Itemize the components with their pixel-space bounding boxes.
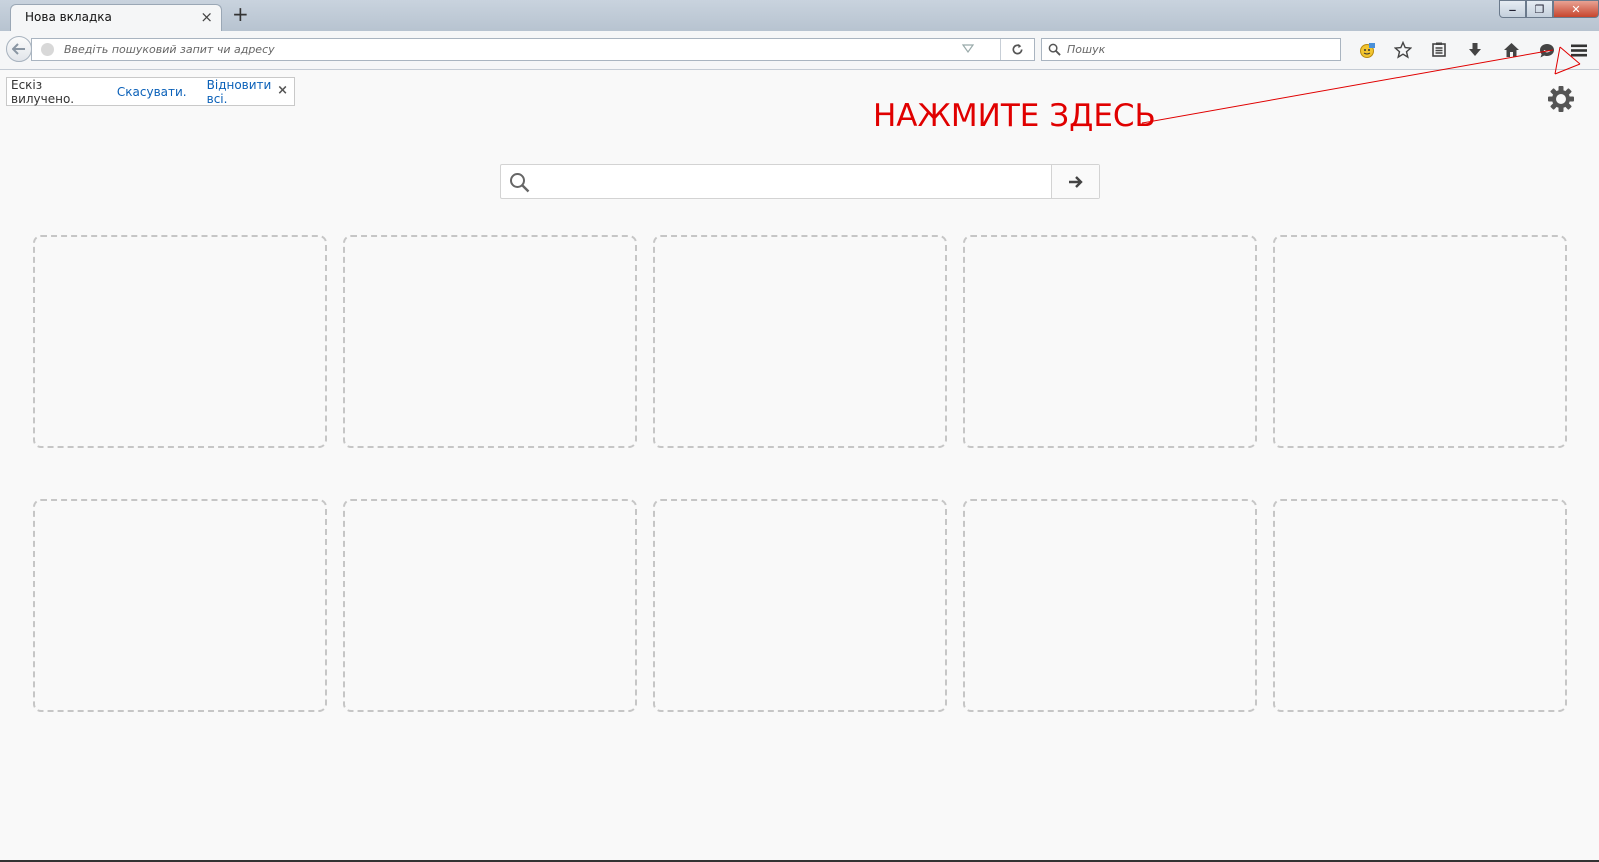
title-bar: Нова вкладка × + – ❐ ✕ [0, 0, 1599, 31]
open-menu-button[interactable] [1565, 39, 1593, 61]
empty-thumbnail-tile[interactable] [653, 235, 947, 448]
tile-removed-notice: Ескіз вилучено. Скасувати. Відновити всі… [6, 77, 295, 106]
home-button[interactable] [1493, 38, 1529, 62]
newtab-search-box[interactable] [500, 164, 1100, 199]
minimize-button[interactable]: – [1499, 0, 1526, 19]
url-bar[interactable] [31, 38, 1035, 61]
maximize-button[interactable]: ❐ [1526, 0, 1553, 18]
home-icon [1503, 43, 1519, 57]
window-controls: – ❐ ✕ [1499, 0, 1599, 19]
search-icon [1048, 43, 1061, 56]
close-icon: ✕ [1571, 2, 1581, 16]
empty-thumbnail-tile[interactable] [1273, 499, 1567, 712]
bookmarks-menu-button[interactable] [1421, 38, 1457, 62]
maximize-icon: ❐ [1534, 2, 1545, 16]
arrow-right-icon [1068, 175, 1083, 188]
search-bar[interactable] [1041, 38, 1341, 61]
empty-thumbnail-tile[interactable] [653, 499, 947, 712]
minimize-icon: – [1508, 0, 1517, 19]
bookmarks-list-icon [1432, 42, 1446, 57]
empty-thumbnail-tile[interactable] [963, 235, 1257, 448]
empty-thumbnail-tile[interactable] [33, 235, 327, 448]
reload-icon [1012, 43, 1023, 55]
tab-new-tab[interactable]: Нова вкладка × [10, 4, 222, 31]
toolbar-buttons [1349, 38, 1565, 62]
empty-thumbnail-tile[interactable] [343, 235, 637, 448]
star-icon [1394, 41, 1412, 59]
notice-text: Ескіз вилучено. [11, 77, 75, 106]
notice-close-icon[interactable]: × [277, 83, 288, 98]
close-window-button[interactable]: ✕ [1553, 0, 1599, 18]
search-icon [510, 173, 530, 193]
extension-smiley-icon [1360, 43, 1375, 58]
gear-icon[interactable] [1547, 85, 1575, 113]
chat-bubble-icon [1540, 43, 1554, 57]
undo-link[interactable]: Скасувати. [117, 85, 187, 99]
extension-button[interactable] [1349, 38, 1385, 62]
hamburger-menu-icon [1571, 44, 1587, 56]
url-input[interactable] [64, 39, 984, 60]
reload-button[interactable] [1000, 39, 1034, 60]
download-arrow-icon [1469, 43, 1481, 56]
search-go-button[interactable] [1051, 165, 1099, 198]
empty-thumbnail-tile[interactable] [1273, 235, 1567, 448]
chat-button[interactable] [1529, 38, 1565, 62]
downloads-button[interactable] [1457, 38, 1493, 62]
tab-close-icon[interactable]: × [200, 8, 213, 26]
annotation-text: НАЖМИТЕ ЗДЕСЬ [873, 98, 1156, 134]
newtab-search-input[interactable] [541, 165, 1041, 198]
new-tab-button[interactable]: + [232, 3, 249, 25]
navigation-toolbar [0, 31, 1599, 70]
search-input[interactable] [1067, 39, 1332, 60]
bookmark-star-button[interactable] [1385, 38, 1421, 62]
tab-title: Нова вкладка [25, 10, 112, 24]
new-tab-page: Ескіз вилучено. Скасувати. Відновити всі… [0, 70, 1599, 862]
empty-thumbnail-tile[interactable] [963, 499, 1257, 712]
back-button[interactable] [6, 36, 32, 62]
back-arrow-icon [12, 43, 25, 55]
history-dropdown-icon[interactable] [962, 44, 974, 54]
thumbnail-grid [33, 235, 1567, 712]
empty-thumbnail-tile[interactable] [33, 499, 327, 712]
empty-thumbnail-tile[interactable] [343, 499, 637, 712]
site-identity-icon[interactable] [41, 43, 54, 56]
